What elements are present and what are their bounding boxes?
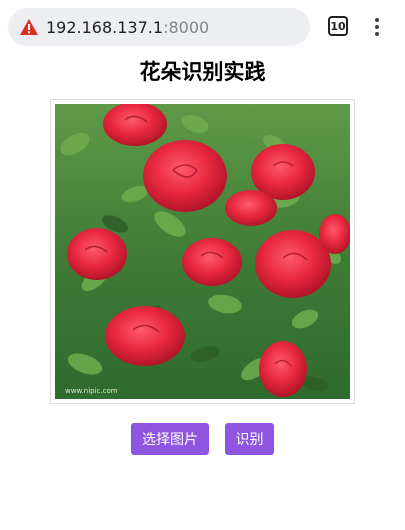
warning-triangle-icon[interactable] — [18, 16, 40, 38]
menu-dot — [375, 18, 379, 22]
tab-count: 10 — [330, 19, 346, 33]
address-bar[interactable]: 192.168.137.1:8000 — [8, 8, 310, 46]
flower-image: www.nipic.com — [55, 104, 350, 399]
choose-image-button[interactable]: 选择图片 — [131, 423, 209, 455]
image-watermark: www.nipic.com — [65, 387, 118, 395]
more-vertical-icon[interactable] — [368, 14, 386, 40]
url-text[interactable]: 192.168.137.1:8000 — [46, 18, 209, 37]
tab-switcher-button[interactable]: 10 — [327, 15, 349, 37]
identify-button[interactable]: 识别 — [225, 423, 274, 455]
flower-image-preview: www.nipic.com — [50, 99, 355, 404]
url-port: :8000 — [163, 17, 210, 37]
url-host: 192.168.137.1 — [46, 17, 164, 37]
page-title: 花朵识别实践 — [139, 60, 266, 84]
browser-toolbar: 192.168.137.1:8000 10 — [0, 0, 405, 54]
menu-dot — [375, 32, 379, 36]
menu-dot — [375, 25, 379, 29]
